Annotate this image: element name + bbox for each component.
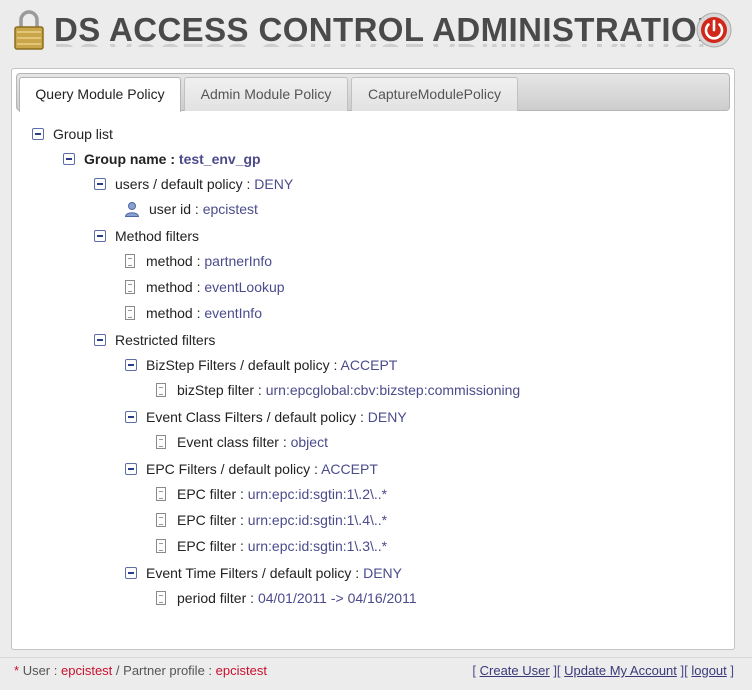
session-info: * User : epcistest / Partner profile : e… bbox=[14, 663, 267, 678]
group-name-value: test_env_gp bbox=[178, 151, 261, 167]
document-icon bbox=[156, 487, 166, 501]
tree-leaf-user-id[interactable]: user id : epcistest bbox=[124, 198, 258, 220]
tree-leaf-event-class-filter[interactable]: Event class filter : object bbox=[156, 431, 328, 453]
tree-leaf-method[interactable]: method : partnerInfo bbox=[125, 250, 272, 272]
document-icon bbox=[156, 539, 166, 553]
tree-leaf-method[interactable]: method : eventInfo bbox=[125, 302, 262, 324]
update-account-link[interactable]: Update My Account bbox=[564, 663, 677, 678]
collapse-icon[interactable] bbox=[125, 411, 137, 423]
tree-leaf-period-filter[interactable]: period filter : 04/01/2011 -> 04/16/2011 bbox=[156, 587, 417, 609]
collapse-icon[interactable] bbox=[94, 334, 106, 346]
tree-leaf-method[interactable]: method : eventLookup bbox=[125, 276, 285, 298]
tree-node-method-filters[interactable]: Method filters bbox=[94, 225, 199, 247]
tree-node-group-name[interactable]: Group name : test_env_gp bbox=[63, 148, 261, 170]
create-user-link[interactable]: Create User bbox=[480, 663, 550, 678]
document-icon bbox=[125, 306, 135, 320]
tree-leaf-epc-filter[interactable]: EPC filter : urn:epc:id:sgtin:1\.3\..* bbox=[156, 535, 387, 557]
tab-query-module-policy[interactable]: Query Module Policy bbox=[19, 77, 181, 112]
collapse-icon[interactable] bbox=[125, 359, 137, 371]
document-icon bbox=[156, 591, 166, 605]
power-icon[interactable] bbox=[696, 12, 732, 48]
tree-leaf-epc-filter[interactable]: EPC filter : urn:epc:id:sgtin:1\.2\..* bbox=[156, 483, 387, 505]
collapse-icon[interactable] bbox=[94, 230, 106, 242]
document-icon bbox=[125, 254, 135, 268]
document-icon bbox=[125, 280, 135, 294]
document-icon bbox=[156, 513, 166, 527]
tab-admin-module-policy[interactable]: Admin Module Policy bbox=[184, 77, 348, 111]
tree-node-restricted-filters[interactable]: Restricted filters bbox=[94, 329, 215, 351]
tree-node-group-list[interactable]: Group list bbox=[32, 123, 113, 145]
user-icon bbox=[124, 202, 140, 217]
document-icon bbox=[156, 435, 166, 449]
tree-node-epc-filters[interactable]: EPC Filters / default policy : ACCEPT bbox=[125, 458, 378, 480]
collapse-icon[interactable] bbox=[32, 128, 44, 140]
lock-icon bbox=[14, 10, 44, 50]
policy-panel: Query Module Policy Admin Module Policy … bbox=[11, 68, 735, 650]
collapse-icon[interactable] bbox=[94, 178, 106, 190]
footer: * User : epcistest / Partner profile : e… bbox=[0, 657, 752, 690]
account-links: [ Create User ][ Update My Account ][ lo… bbox=[472, 663, 734, 678]
collapse-icon[interactable] bbox=[125, 463, 137, 475]
current-user: epcistest bbox=[60, 663, 113, 678]
page-title: DS ACCESS CONTROL ADMINISTRATION bbox=[54, 11, 722, 48]
document-icon bbox=[156, 383, 166, 397]
tree-leaf-epc-filter[interactable]: EPC filter : urn:epc:id:sgtin:1\.4\..* bbox=[156, 509, 387, 531]
tree-node-bizstep-filters[interactable]: BizStep Filters / default policy : ACCEP… bbox=[125, 354, 397, 376]
logout-link[interactable]: logout bbox=[691, 663, 726, 678]
tree-node-users[interactable]: users / default policy : DENY bbox=[94, 173, 293, 195]
tree-node-event-class-filters[interactable]: Event Class Filters / default policy : D… bbox=[125, 406, 407, 428]
partner-profile: epcistest bbox=[215, 663, 267, 678]
collapse-icon[interactable] bbox=[63, 153, 75, 165]
tree-leaf-bizstep-filter[interactable]: bizStep filter : urn:epcglobal:cbv:bizst… bbox=[156, 379, 520, 401]
tab-capture-module-policy[interactable]: CaptureModulePolicy bbox=[351, 77, 518, 111]
tree-node-event-time-filters[interactable]: Event Time Filters / default policy : DE… bbox=[125, 562, 402, 584]
collapse-icon[interactable] bbox=[125, 567, 137, 579]
header: DS ACCESS CONTROL ADMINISTRATION DS ACCE… bbox=[0, 0, 752, 64]
tab-bar: Query Module Policy Admin Module Policy … bbox=[16, 73, 730, 112]
